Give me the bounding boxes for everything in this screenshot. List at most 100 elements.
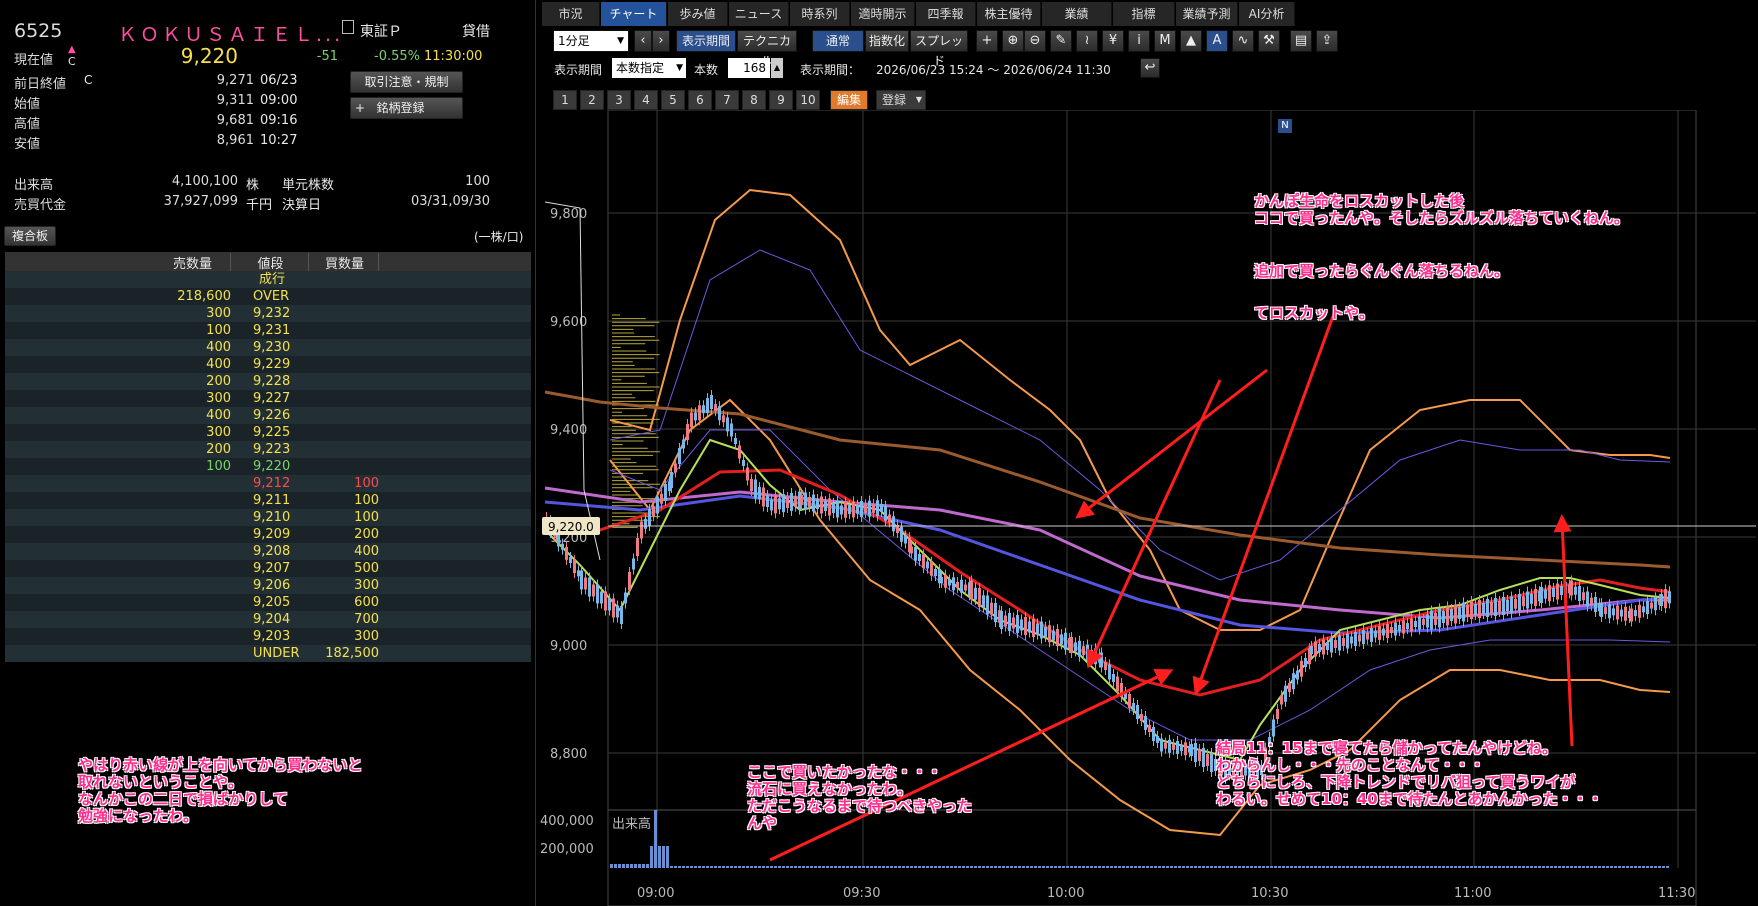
board-row[interactable]: 400 9,226 bbox=[5, 407, 531, 424]
interval-select[interactable]: 1分足 ▼ bbox=[553, 30, 629, 52]
document-icon[interactable] bbox=[342, 20, 354, 34]
volume-bar bbox=[1638, 866, 1641, 868]
board-row[interactable]: 9,212 100 bbox=[5, 475, 531, 492]
period-mode-select[interactable]: 本数指定 ▼ bbox=[612, 58, 686, 78]
preset-button-1[interactable]: 1 bbox=[553, 90, 577, 110]
candle-body bbox=[910, 546, 913, 554]
current-price: 9,220 bbox=[180, 44, 238, 68]
board-row[interactable]: 9,203 300 bbox=[5, 628, 531, 645]
tab-2[interactable]: 歩み値 bbox=[668, 2, 728, 26]
candle-body bbox=[1032, 619, 1035, 637]
candle-body bbox=[1040, 621, 1043, 639]
tab-8[interactable]: 業績 bbox=[1042, 2, 1112, 26]
pencil-icon[interactable]: ✎ bbox=[1050, 30, 1072, 52]
tab-4[interactable]: 時系列 bbox=[790, 2, 850, 26]
board-row[interactable]: 400 9,230 bbox=[5, 339, 531, 356]
board-row[interactable]: 9,210 100 bbox=[5, 509, 531, 526]
spread-button[interactable]: スプレッド bbox=[910, 30, 968, 68]
candle-body bbox=[1180, 745, 1183, 752]
board-row[interactable]: 100 9,231 bbox=[5, 322, 531, 339]
yen-icon[interactable]: ¥ bbox=[1102, 30, 1124, 52]
tab-3[interactable]: ニュース bbox=[729, 2, 789, 26]
board-row[interactable]: 成行 bbox=[5, 271, 531, 288]
candle-body bbox=[1086, 644, 1089, 661]
x-tick-label: 10:30 bbox=[1251, 886, 1288, 901]
normal-button[interactable]: 通常 bbox=[812, 30, 864, 52]
preset-button-3[interactable]: 3 bbox=[607, 90, 631, 110]
tab-0[interactable]: 市況 bbox=[542, 2, 600, 26]
wrench-icon[interactable]: ⚒ bbox=[1258, 30, 1280, 52]
tab-10[interactable]: 業績予測 bbox=[1176, 2, 1238, 26]
board-row[interactable]: 9,205 600 bbox=[5, 594, 531, 611]
candle-body bbox=[1378, 626, 1381, 640]
board-row[interactable]: 9,207 500 bbox=[5, 560, 531, 577]
count-stepper[interactable]: ▲ bbox=[771, 58, 783, 78]
edit-button[interactable]: 編集 bbox=[830, 90, 868, 110]
preset-button-2[interactable]: 2 bbox=[580, 90, 604, 110]
board-row[interactable]: 200 9,228 bbox=[5, 373, 531, 390]
board-row[interactable]: 100 9,220 bbox=[5, 458, 531, 475]
board-row[interactable]: 9,206 300 bbox=[5, 577, 531, 594]
my-indicator-icon[interactable]: M bbox=[1154, 30, 1176, 52]
count-input[interactable]: 168 bbox=[728, 58, 770, 78]
board-row[interactable]: 9,208 400 bbox=[5, 543, 531, 560]
board-row[interactable]: 9,204 700 bbox=[5, 611, 531, 628]
technical-button[interactable]: テクニカル bbox=[737, 30, 797, 68]
crosshair-icon[interactable]: + bbox=[976, 30, 998, 52]
board-row[interactable]: 300 9,232 bbox=[5, 305, 531, 322]
auto-scale-icon[interactable]: A bbox=[1206, 30, 1228, 52]
stock-name[interactable]: ＫＯＫＵＳＡＩＥＬ... bbox=[118, 20, 343, 47]
volume-bar bbox=[742, 866, 745, 868]
tab-9[interactable]: 指標 bbox=[1113, 2, 1175, 26]
zoom-in-icon[interactable]: ⊕ bbox=[1002, 30, 1024, 52]
tab-5[interactable]: 適時開示 bbox=[851, 2, 915, 26]
candle-body bbox=[986, 595, 989, 615]
board-row[interactable]: UNDER 182,500 bbox=[5, 645, 531, 662]
candle-body bbox=[1454, 604, 1457, 624]
index-button[interactable]: 指数化 bbox=[865, 30, 909, 52]
preset-button-5[interactable]: 5 bbox=[661, 90, 685, 110]
board-row[interactable]: 300 9,225 bbox=[5, 424, 531, 441]
board-row[interactable]: 200 9,223 bbox=[5, 441, 531, 458]
reset-icon[interactable]: ↩ bbox=[1140, 58, 1160, 78]
preset-button-7[interactable]: 7 bbox=[715, 90, 739, 110]
candle-body bbox=[1526, 591, 1529, 609]
info-icon[interactable]: i bbox=[1128, 30, 1150, 52]
export-icon[interactable]: ⇪ bbox=[1316, 30, 1338, 52]
tab-7[interactable]: 株主優待 bbox=[977, 2, 1041, 26]
candle-body bbox=[636, 538, 639, 556]
preset-button-10[interactable]: 10 bbox=[796, 90, 820, 110]
board-row[interactable]: 400 9,229 bbox=[5, 356, 531, 373]
tab-11[interactable]: AI分析 bbox=[1239, 2, 1295, 26]
preset-button-6[interactable]: 6 bbox=[688, 90, 712, 110]
tab-6[interactable]: 四季報 bbox=[916, 2, 976, 26]
preset-button-9[interactable]: 9 bbox=[769, 90, 793, 110]
board-row[interactable]: 9,209 200 bbox=[5, 526, 531, 543]
board-row[interactable]: 300 9,227 bbox=[5, 390, 531, 407]
candle-body bbox=[900, 526, 903, 542]
chevron-left-icon[interactable]: ‹ bbox=[634, 30, 652, 52]
caution-button[interactable]: 取引注意・規制 bbox=[350, 71, 463, 93]
volume-bar bbox=[1150, 866, 1153, 868]
period-mode-label: 本数指定 bbox=[616, 61, 665, 75]
register-menu-button[interactable]: 登録 ▼ bbox=[876, 90, 926, 110]
preset-button-8[interactable]: 8 bbox=[742, 90, 766, 110]
zoom-out-icon[interactable]: ⊖ bbox=[1024, 30, 1046, 52]
line-chart-icon[interactable]: ∿ bbox=[1232, 30, 1254, 52]
register-stock-button[interactable]: + 銘柄登録 bbox=[350, 97, 463, 119]
print-icon[interactable]: ▤ bbox=[1290, 30, 1312, 52]
preset-button-4[interactable]: 4 bbox=[634, 90, 658, 110]
volume-bar bbox=[642, 864, 645, 868]
combined-board-button[interactable]: 複合板 bbox=[4, 226, 56, 246]
volume-bar bbox=[1330, 866, 1333, 868]
area-chart-icon[interactable]: ▲ bbox=[1180, 30, 1202, 52]
board-row[interactable]: 9,211 100 bbox=[5, 492, 531, 509]
tab-1[interactable]: チャート bbox=[601, 2, 667, 26]
candle-body bbox=[970, 580, 973, 600]
volume-bar bbox=[1194, 866, 1197, 868]
period-button[interactable]: 表示期間 bbox=[676, 30, 736, 52]
wave-tool-icon[interactable]: ≀ bbox=[1076, 30, 1098, 52]
board-row[interactable]: 218,600 OVER bbox=[5, 288, 531, 305]
chevron-right-icon[interactable]: › bbox=[652, 30, 670, 52]
volume-bar bbox=[854, 866, 857, 868]
